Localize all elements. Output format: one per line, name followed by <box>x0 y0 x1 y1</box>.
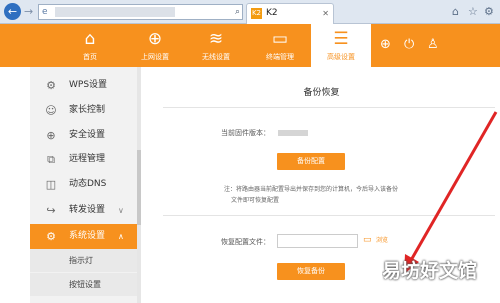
nav-devices-label: 终端管理 <box>266 53 294 61</box>
gear-icon: ⚙ <box>46 230 56 243</box>
sidebar-subitem-label: 指示灯 <box>69 256 93 265</box>
tab-favicon-icon: K2 <box>251 8 262 19</box>
divider <box>163 107 495 108</box>
nav-advanced-label: 高级设置 <box>327 53 355 61</box>
power-icon[interactable]: ⏻ <box>404 37 414 53</box>
sidebar-item-label: 系统设置 <box>69 231 106 241</box>
sidebar-item-label: 家长控制 <box>69 105 106 115</box>
sidebar-item-security[interactable]: ⊕ 安全设置 <box>30 123 137 148</box>
restore-backup-button[interactable]: 恢复备份 <box>277 263 345 280</box>
sidebar-item-wps[interactable]: ⚙ WPS设置 <box>30 73 137 98</box>
chevron-down-icon: ∨ <box>118 206 124 215</box>
sidebar-subitem-label: 按钮设置 <box>69 280 101 289</box>
parental-icon: ☺ <box>45 104 57 117</box>
tab-title: K2 <box>266 8 278 18</box>
ddns-icon: ◫ <box>45 178 57 191</box>
back-button[interactable]: ← <box>4 3 21 20</box>
sidebar-item-label: 转发设置 <box>69 205 106 215</box>
nav-advanced-settings[interactable]: ☰ 高级设置 <box>311 24 371 67</box>
address-bar[interactable]: e ⌕ ▾ ↻ ✕ <box>38 4 280 20</box>
forward-icon: ↪ <box>46 204 56 217</box>
gear-icon[interactable]: ⚙ <box>484 5 494 18</box>
monitor-icon: ▭ <box>271 29 289 49</box>
browser-tab[interactable]: K2 K2 ✕ <box>246 3 334 24</box>
sidebar-item-parental-control[interactable]: ☺ 家长控制 <box>30 98 137 123</box>
nav-home[interactable]: ⌂ 首页 <box>60 24 120 67</box>
remote-icon: ⧉ <box>47 153 55 166</box>
sidebar-item-label: WPS设置 <box>69 80 108 90</box>
sidebar-item-system-settings[interactable]: ⚙ 系统设置 ∧ <box>30 224 137 249</box>
tab-close-icon[interactable]: ✕ <box>322 8 329 19</box>
home-icon[interactable]: ⌂ <box>452 5 459 18</box>
forward-button[interactable]: → <box>24 5 36 18</box>
firmware-version-value-blurred <box>278 130 308 136</box>
nav-home-label: 首页 <box>83 53 97 61</box>
page-title: 备份恢复 <box>303 88 340 98</box>
wifi-icon: ≋ <box>208 29 224 49</box>
backup-note-line-1: 注：将路由器当前配置导出并保存到您的计算机，今后导入该备份 <box>224 186 399 193</box>
sidebar-subitem-led[interactable]: 指示灯 <box>30 249 137 272</box>
firmware-version-label: 当前固件版本： <box>221 129 270 137</box>
sidebar-scrollbar-thumb[interactable] <box>137 150 141 225</box>
gear-icon: ⚙ <box>46 79 56 92</box>
sidebar-item-label: 远程管理 <box>69 154 106 164</box>
nav-internet-settings[interactable]: ⊕ 上网设置 <box>125 24 185 67</box>
sidebar-item-remote-management[interactable]: ⧉ 远程管理 <box>30 147 137 172</box>
backup-note-line-2: 文件即可恢复配置 <box>231 197 280 204</box>
search-icon[interactable]: ⌕ <box>235 5 240 19</box>
nav-device-management[interactable]: ▭ 终端管理 <box>250 24 310 67</box>
add-icon[interactable]: ⊕ <box>380 37 391 53</box>
page-icon: e <box>42 7 48 17</box>
address-url-blurred <box>55 7 175 17</box>
browser-toolbar: ← → e ⌕ ▾ ↻ ✕ K2 K2 ✕ ⌂ ☆ ⚙ <box>0 0 500 24</box>
user-icon[interactable]: ♙ <box>427 37 439 53</box>
nav-wireless-settings[interactable]: ≋ 无线设置 <box>186 24 246 67</box>
sidebar: ⚙ WPS设置 ☺ 家长控制 ⊕ 安全设置 ⧉ 远程管理 ◫ 动态DNS ↪ 转… <box>30 67 137 303</box>
browse-link[interactable]: 浏览 <box>376 236 388 245</box>
sidebar-item-label: 安全设置 <box>69 130 106 140</box>
folder-icon[interactable]: ▭ <box>363 235 375 245</box>
divider <box>163 215 495 216</box>
sidebar-item-forwarding[interactable]: ↪ 转发设置 ∨ <box>30 198 137 223</box>
sliders-icon: ☰ <box>333 29 349 49</box>
nav-wireless-label: 无线设置 <box>202 53 230 61</box>
nav-internet-label: 上网设置 <box>141 53 169 61</box>
chevron-up-icon: ∧ <box>118 232 124 241</box>
shield-icon: ⊕ <box>46 129 56 142</box>
restore-file-label: 恢复配置文件： <box>221 238 270 246</box>
sidebar-item-label: 动态DNS <box>69 179 107 189</box>
backup-config-button[interactable]: 备份配置 <box>277 153 345 170</box>
favorites-star-icon[interactable]: ☆ <box>468 5 478 18</box>
home-icon: ⌂ <box>84 29 96 49</box>
restore-file-input[interactable] <box>277 234 358 248</box>
sidebar-subitem-button-settings[interactable]: 按钮设置 <box>30 273 137 296</box>
sidebar-item-ddns[interactable]: ◫ 动态DNS <box>30 172 137 197</box>
globe-icon: ⊕ <box>147 29 163 49</box>
watermark: 易坊好文馆 <box>382 260 478 282</box>
top-navigation: ⌂ 首页 ⊕ 上网设置 ≋ 无线设置 ▭ 终端管理 ☰ 高级设置 <box>0 24 500 67</box>
